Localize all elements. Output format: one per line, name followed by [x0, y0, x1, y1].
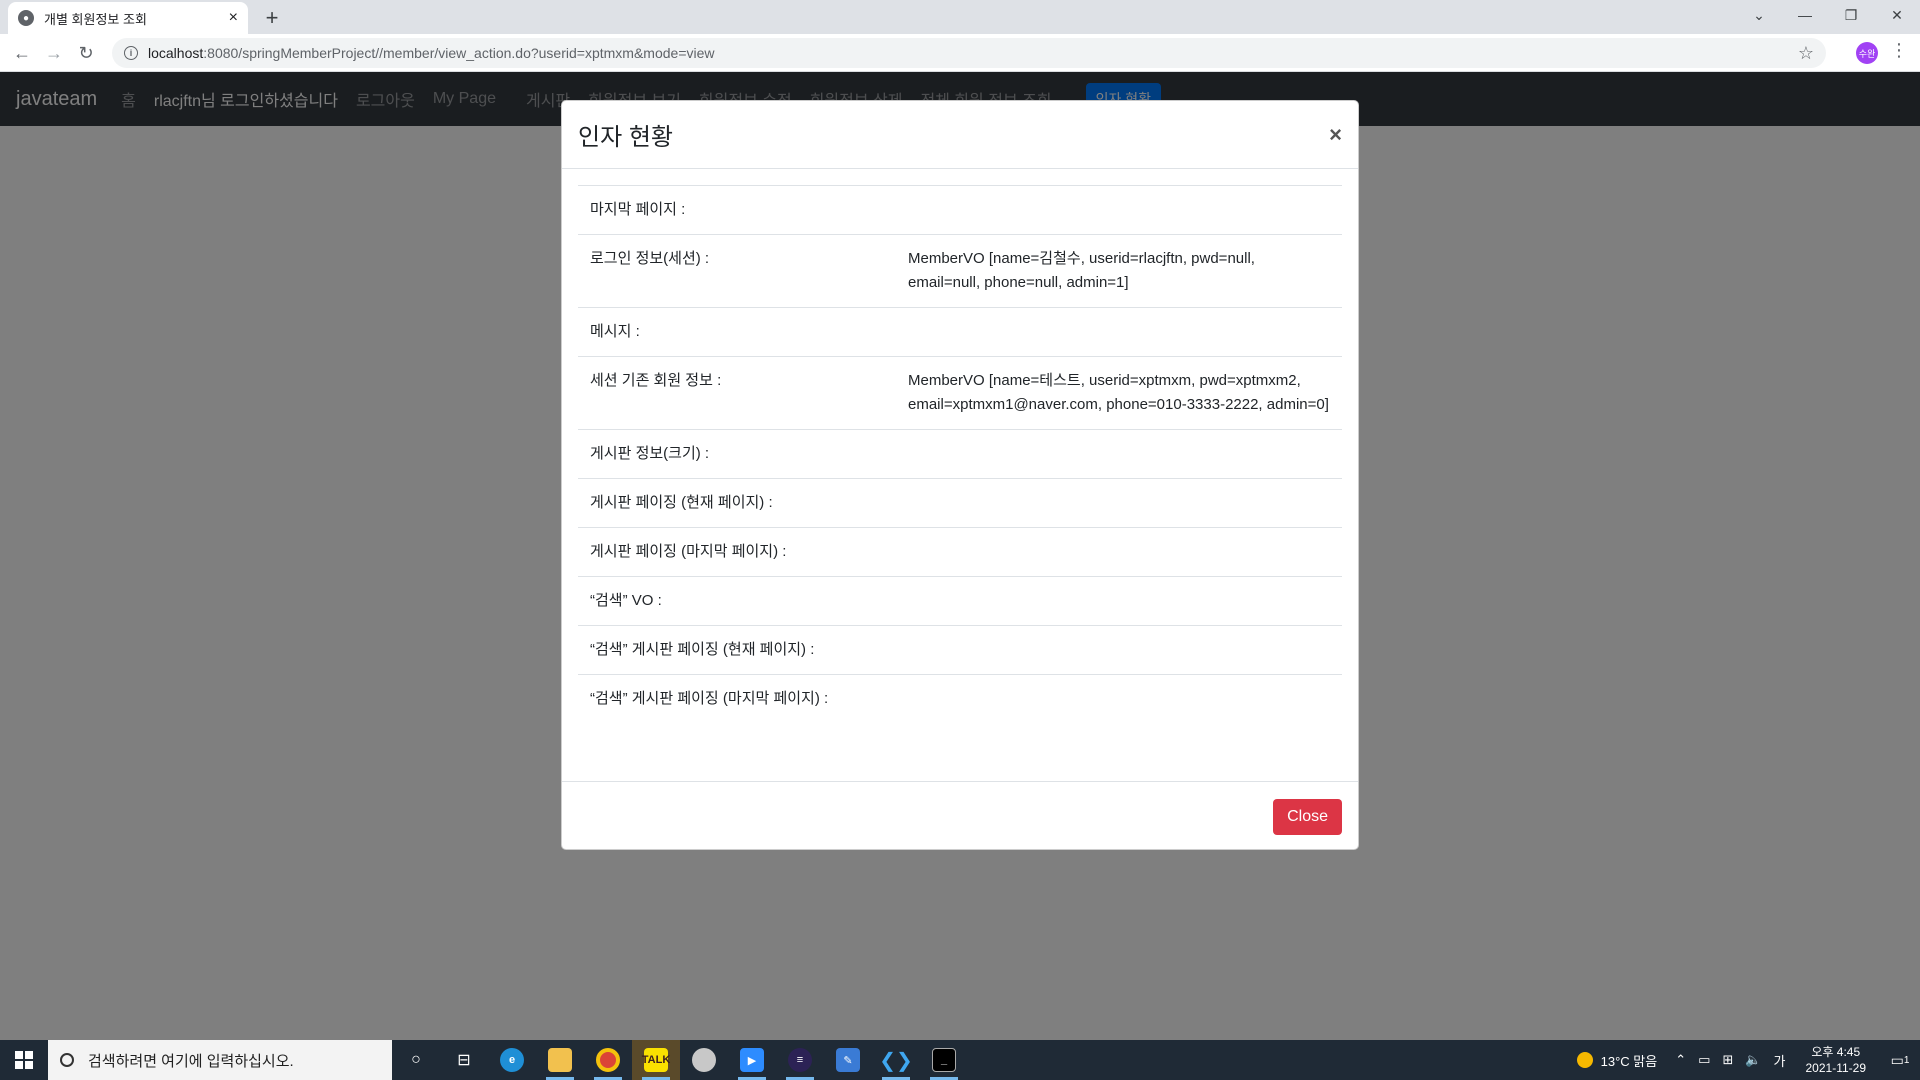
- table-row: 세션 기존 회원 정보 : MemberVO [name=테스트, userid=…: [578, 356, 1342, 430]
- row-value: MemberVO [name=김철수, userid=rlacjftn, pwd…: [896, 234, 1342, 308]
- table-row: 게시판 페이징 (마지막 페이지) :: [578, 527, 1342, 577]
- vscode-icon[interactable]: ❮❯: [872, 1040, 920, 1080]
- row-value: [896, 674, 1342, 723]
- menu-kebab-icon[interactable]: ⋮: [1890, 40, 1908, 61]
- weather-sun-icon: [1576, 1052, 1593, 1068]
- taskbar: 검색하려면 여기에 입력하십시오. ○ ⊟ e TALK ▶ ≡ ✎ ❮❯ _ …: [0, 1040, 1920, 1080]
- chevron-up-icon[interactable]: ⌃: [1675, 1052, 1686, 1068]
- url-host: localhost: [148, 45, 204, 61]
- app-icon[interactable]: [680, 1040, 728, 1080]
- cortana-icon[interactable]: ○: [392, 1040, 440, 1080]
- search-icon: [60, 1053, 74, 1067]
- row-key: “검색” 게시판 페이징 (마지막 페이지) :: [578, 674, 896, 723]
- modal-footer: Close: [562, 781, 1358, 849]
- windows-logo-icon: [15, 1051, 33, 1069]
- notification-count: 1: [1903, 1054, 1910, 1066]
- page: javateam 홈 rlacjftn님 로그인하셨습니다 로그아웃 My Pa…: [0, 72, 1920, 1040]
- notification-icon[interactable]: ▭ 1: [1880, 1040, 1920, 1080]
- row-value: [896, 429, 1342, 479]
- row-key: 게시판 페이징 (현재 페이지) :: [578, 478, 896, 528]
- system-tray: 13°C 맑음 ⌃ ▭ ⊞ 🔈 가 오후 4:45 2021-11-29 ▭ 1: [1576, 1040, 1920, 1080]
- row-value: [896, 478, 1342, 528]
- table-row: “검색” 게시판 페이징 (현재 페이지) :: [578, 625, 1342, 675]
- table-row: 게시판 페이징 (현재 페이지) :: [578, 478, 1342, 528]
- args-status-modal: 인자 현황 × 마지막 페이지 : 로그인 정보(세션) : MemberVO […: [561, 100, 1359, 850]
- task-view-icon[interactable]: ⊟: [440, 1040, 488, 1080]
- bookmark-star-icon[interactable]: ☆: [1798, 43, 1814, 64]
- table-row: “검색” VO :: [578, 576, 1342, 626]
- table-row: 마지막 페이지 :: [578, 185, 1342, 235]
- clock-date: 2021-11-29: [1805, 1061, 1867, 1075]
- row-value: MemberVO [name=테스트, userid=xptmxm, pwd=x…: [896, 356, 1342, 430]
- tab-title: 개별 회원정보 조회: [44, 11, 147, 27]
- forward-arrow-icon[interactable]: →: [40, 39, 68, 67]
- notepad-icon[interactable]: ✎: [824, 1040, 872, 1080]
- new-tab-button[interactable]: +: [258, 4, 286, 32]
- address-bar[interactable]: i localhost:8080/springMemberProject//me…: [112, 38, 1826, 68]
- table-row: 로그인 정보(세션) : MemberVO [name=김철수, userid=r…: [578, 234, 1342, 308]
- row-key: 게시판 정보(크기) :: [578, 429, 896, 479]
- terminal-icon[interactable]: _: [920, 1040, 968, 1080]
- row-key: 메시지 :: [578, 307, 896, 357]
- volume-muted-icon[interactable]: 🔈: [1745, 1052, 1761, 1068]
- start-button[interactable]: [0, 1040, 48, 1080]
- url-path: :8080/springMemberProject//member/view_a…: [203, 45, 715, 61]
- ime-indicator[interactable]: 가: [1774, 1051, 1786, 1070]
- zoom-icon[interactable]: ▶: [728, 1040, 776, 1080]
- modal-header: 인자 현황 ×: [562, 101, 1358, 169]
- row-value: [896, 576, 1342, 626]
- table-row: “검색” 게시판 페이징 (마지막 페이지) :: [578, 674, 1342, 723]
- row-key: 세션 기존 회원 정보 :: [578, 356, 896, 430]
- edge-icon[interactable]: e: [488, 1040, 536, 1080]
- back-arrow-icon[interactable]: ←: [8, 39, 36, 67]
- row-key: “검색” VO :: [578, 576, 896, 626]
- table-row: 게시판 정보(크기) :: [578, 429, 1342, 479]
- eclipse-icon[interactable]: ≡: [776, 1040, 824, 1080]
- file-explorer-icon[interactable]: [536, 1040, 584, 1080]
- modal-body: 마지막 페이지 : 로그인 정보(세션) : MemberVO [name=김철수…: [562, 169, 1358, 781]
- minimize-button[interactable]: —: [1782, 0, 1828, 30]
- close-button[interactable]: Close: [1273, 798, 1342, 835]
- taskbar-search-placeholder: 검색하려면 여기에 입력하십시오.: [88, 1052, 294, 1070]
- restore-button[interactable]: ❐: [1828, 0, 1874, 30]
- row-key: 마지막 페이지 :: [578, 185, 896, 235]
- row-key: 로그인 정보(세션) :: [578, 234, 896, 308]
- row-key: “검색” 게시판 페이징 (현재 페이지) :: [578, 625, 896, 675]
- taskbar-search-box[interactable]: 검색하려면 여기에 입력하십시오.: [48, 1040, 392, 1080]
- browser-tab[interactable]: ● 개별 회원정보 조회 ×: [8, 2, 248, 34]
- browser-toolbar: ← → ↻ i localhost:8080/springMemberProje…: [0, 34, 1920, 72]
- row-value: [896, 527, 1342, 577]
- info-icon[interactable]: i: [124, 46, 138, 60]
- row-key: 게시판 페이징 (마지막 페이지) :: [578, 527, 896, 577]
- chrome-icon[interactable]: [584, 1040, 632, 1080]
- modal-title: 인자 현황: [578, 124, 673, 151]
- globe-icon: ●: [18, 10, 34, 26]
- network-icon[interactable]: ⊞: [1722, 1052, 1733, 1068]
- clock[interactable]: 오후 4:45 2021-11-29: [1806, 1044, 1867, 1076]
- close-icon[interactable]: ×: [1329, 122, 1342, 148]
- info-table: 마지막 페이지 : 로그인 정보(세션) : MemberVO [name=김철수…: [578, 185, 1342, 723]
- row-value: [896, 307, 1342, 357]
- profile-avatar[interactable]: 수완: [1856, 42, 1878, 64]
- clock-time: 오후 4:45: [1811, 1045, 1861, 1059]
- tab-search-icon[interactable]: ⌄: [1736, 0, 1782, 30]
- table-row: 메시지 :: [578, 307, 1342, 357]
- row-value: [896, 185, 1342, 235]
- tab-close-icon[interactable]: ×: [229, 9, 238, 27]
- reload-icon[interactable]: ↻: [72, 39, 100, 67]
- browser-tabstrip: ● 개별 회원정보 조회 × + ⌄ — ❐ ✕: [0, 0, 1920, 34]
- window-close-button[interactable]: ✕: [1874, 0, 1920, 30]
- weather-text[interactable]: 13°C 맑음: [1601, 1051, 1658, 1070]
- row-value: [896, 625, 1342, 675]
- display-icon[interactable]: ▭: [1698, 1052, 1710, 1068]
- kakaotalk-icon[interactable]: TALK: [632, 1040, 680, 1080]
